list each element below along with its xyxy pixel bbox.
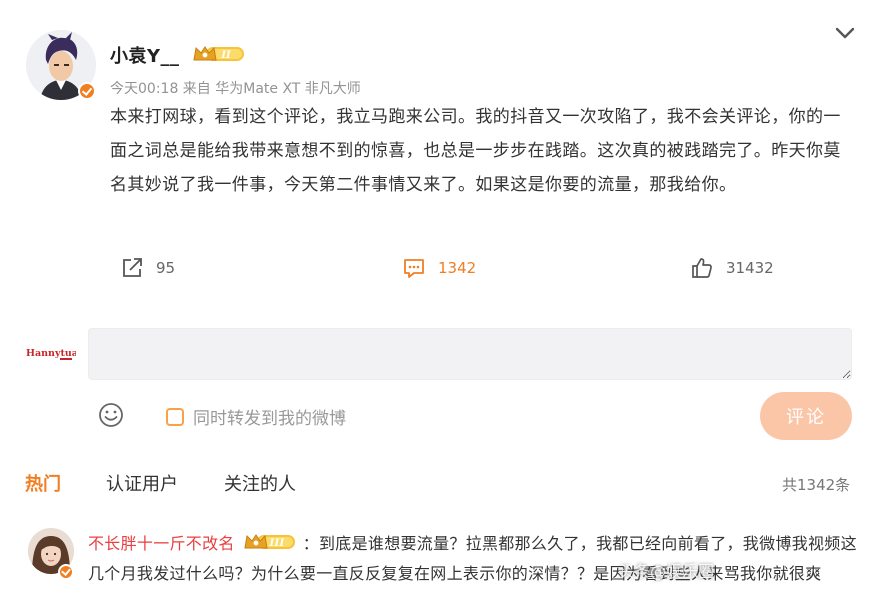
checkbox-box[interactable] (166, 407, 184, 426)
comment-item: 不长胖十一斤不改名 III ：到底是谁想要流量？拉黑都那么久了，我都已经向前看了… (0, 526, 876, 592)
svg-text:II: II (220, 50, 231, 61)
comment-icon (404, 259, 424, 278)
svg-text:III: III (268, 538, 284, 549)
forward-label: 同时转发到我的微博 (193, 409, 346, 429)
comment-input[interactable] (88, 328, 852, 380)
repost-count: 95 (156, 259, 176, 277)
repost-button[interactable]: 95 (120, 250, 175, 286)
share-icon (123, 258, 142, 277)
watermark: 头条@娱乐圈 (618, 562, 715, 581)
author-name[interactable]: 小袁Y__ (110, 42, 180, 68)
vip-crown-badge-icon[interactable]: II (192, 44, 246, 64)
forward-to-weibo-checkbox[interactable]: 同时转发到我的微博 (166, 404, 346, 429)
tab-following[interactable]: 关注的人 (224, 470, 296, 496)
tab-hot[interactable]: 热门 (25, 470, 61, 496)
comment-filter-tabs: 热门 认证用户 关注的人 共1342条 (0, 470, 876, 500)
tab-verified-users[interactable]: 认证用户 (106, 470, 178, 496)
vip-crown-badge-icon[interactable]: III (243, 532, 297, 552)
thumb-up-icon (692, 258, 712, 278)
chevron-down-icon[interactable] (834, 24, 856, 42)
comment-button[interactable]: 1342 (402, 250, 476, 286)
like-count: 31432 (726, 259, 774, 277)
post-text: 本来打网球，看到这个评论，我立马跑来公司。我的抖音又一次攻陷了，我不会关评论，你… (110, 107, 841, 195)
like-button[interactable]: 31432 (690, 250, 774, 286)
comment-text: 不长胖十一斤不改名 III ：到底是谁想要流量？拉黑都那么久了，我都已经向前看了… (88, 529, 858, 589)
smiley-icon[interactable] (98, 402, 124, 428)
submit-comment-button[interactable]: 评论 (760, 392, 852, 440)
post-header: 小袁Y__ II 今天00:18 来自 华为Mate XT 非凡大师 (0, 0, 876, 100)
verified-icon (78, 82, 96, 100)
current-user-logo: Hannytuan (26, 348, 76, 360)
verified-icon (58, 564, 74, 580)
svg-text:Hannytuan: Hannytuan (26, 348, 76, 359)
comment-total: 共1342条 (782, 476, 851, 494)
commenter-name[interactable]: 不长胖十一斤不改名 (88, 534, 235, 553)
comment-count: 1342 (438, 259, 477, 277)
action-bar: 95 1342 31432 (0, 250, 876, 286)
post-meta: 今天00:18 来自 华为Mate XT 非凡大师 (110, 81, 361, 97)
